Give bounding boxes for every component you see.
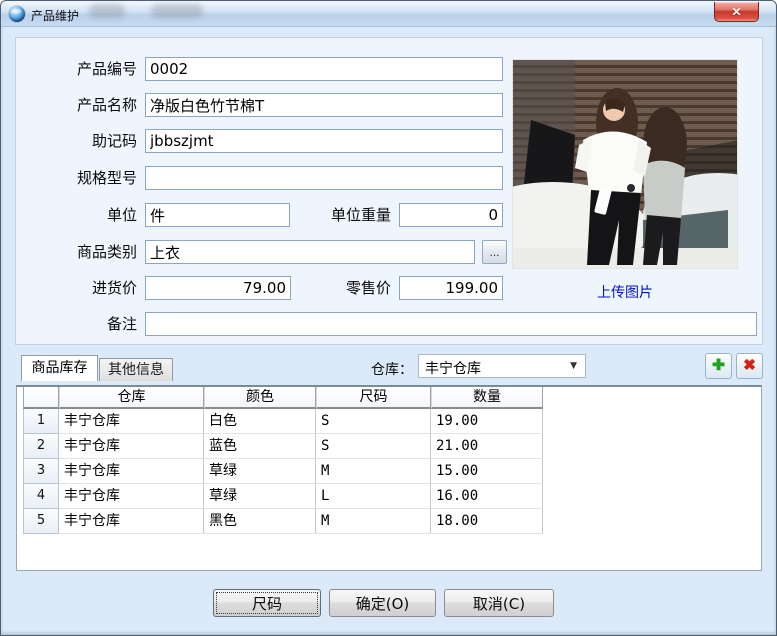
product-name-input[interactable] [145,93,503,117]
upload-image-link[interactable]: 上传图片 [512,282,738,302]
titlebar-glass-reflection [89,4,125,18]
warehouse-select[interactable]: 丰宁仓库 ▼ [418,354,586,378]
cell-size: S [316,409,431,434]
table-row[interactable]: 3 丰宁仓库 草绿 M 15.00 [23,459,761,484]
cell-warehouse: 丰宁仓库 [59,484,204,509]
titlebar[interactable]: 产品维护 ✕ [1,1,776,27]
spec-model-input[interactable] [145,166,503,190]
cell-warehouse: 丰宁仓库 [59,509,204,534]
cell-qty: 16.00 [431,484,543,509]
product-code-label: 产品编号 [17,57,137,81]
category-browse-button[interactable]: ... [482,240,507,264]
cell-color: 蓝色 [204,434,316,459]
remark-input[interactable] [145,312,757,336]
cell-qty: 18.00 [431,509,543,534]
product-name-label: 产品名称 [17,93,137,117]
cell-warehouse: 丰宁仓库 [59,459,204,484]
table-row[interactable]: 1 丰宁仓库 白色 S 19.00 [23,409,761,434]
cell-color: 草绿 [204,459,316,484]
header-rownum[interactable] [23,387,59,409]
retail-price-input[interactable] [399,276,503,300]
mnemonic-input[interactable] [145,129,503,153]
cancel-button[interactable]: 取消(C) [444,589,554,617]
table-row[interactable]: 4 丰宁仓库 草绿 L 16.00 [23,484,761,509]
size-button[interactable]: 尺码 [213,589,321,617]
cell-warehouse: 丰宁仓库 [59,409,204,434]
header-color[interactable]: 颜色 [204,387,316,409]
table-row[interactable]: 5 丰宁仓库 黑色 M 18.00 [23,509,761,534]
category-label: 商品类别 [17,240,137,264]
mnemonic-label: 助记码 [17,129,137,153]
row-number: 4 [23,484,59,509]
app-globe-icon [9,6,25,22]
window-title: 产品维护 [31,7,79,24]
row-number: 3 [23,459,59,484]
product-maintenance-window: 产品维护 ✕ 产品编号 产品名称 助记码 规格型号 单位 单位重量 商品类别 .… [0,0,777,636]
row-number: 5 [23,509,59,534]
titlebar-glass-reflection [151,4,203,18]
row-number: 1 [23,409,59,434]
warehouse-label: 仓库： [357,359,413,379]
header-warehouse[interactable]: 仓库 [59,387,204,409]
purchase-price-label: 进货价 [17,276,137,300]
product-photo [512,59,738,269]
delete-x-icon: ✖ [743,357,756,374]
cell-qty: 21.00 [431,434,543,459]
plus-icon: ✚ [712,357,725,374]
close-icon: ✕ [731,5,741,19]
stock-table: 仓库 颜色 尺码 数量 1 丰宁仓库 白色 S 19.00 2 丰宁仓库 蓝色 … [16,385,762,571]
remark-label: 备注 [17,312,137,336]
delete-row-button[interactable]: ✖ [736,353,763,379]
cell-color: 黑色 [204,509,316,534]
category-input[interactable] [145,240,475,264]
warehouse-selected-value: 丰宁仓库 [425,358,481,378]
header-qty[interactable]: 数量 [431,387,543,409]
header-size[interactable]: 尺码 [316,387,431,409]
row-number: 2 [23,434,59,459]
cell-size: M [316,459,431,484]
add-row-button[interactable]: ✚ [705,353,732,379]
cell-size: S [316,434,431,459]
tab-other-info[interactable]: 其他信息 [99,358,173,381]
ok-button[interactable]: 确定(O) [329,589,436,617]
close-button[interactable]: ✕ [714,2,759,22]
tab-stock[interactable]: 商品库存 [21,355,98,381]
cell-warehouse: 丰宁仓库 [59,434,204,459]
unit-weight-input[interactable] [399,203,503,227]
cell-size: L [316,484,431,509]
unit-label: 单位 [17,203,137,227]
cell-qty: 19.00 [431,409,543,434]
table-row[interactable]: 2 丰宁仓库 蓝色 S 21.00 [23,434,761,459]
table-header-row: 仓库 颜色 尺码 数量 [23,387,761,409]
unit-weight-label: 单位重量 [247,203,391,227]
product-code-input[interactable] [145,57,503,81]
cell-qty: 15.00 [431,459,543,484]
chevron-down-icon: ▼ [570,361,577,371]
cell-color: 草绿 [204,484,316,509]
cell-size: M [316,509,431,534]
spec-model-label: 规格型号 [17,166,137,190]
retail-price-label: 零售价 [247,276,391,300]
cell-color: 白色 [204,409,316,434]
